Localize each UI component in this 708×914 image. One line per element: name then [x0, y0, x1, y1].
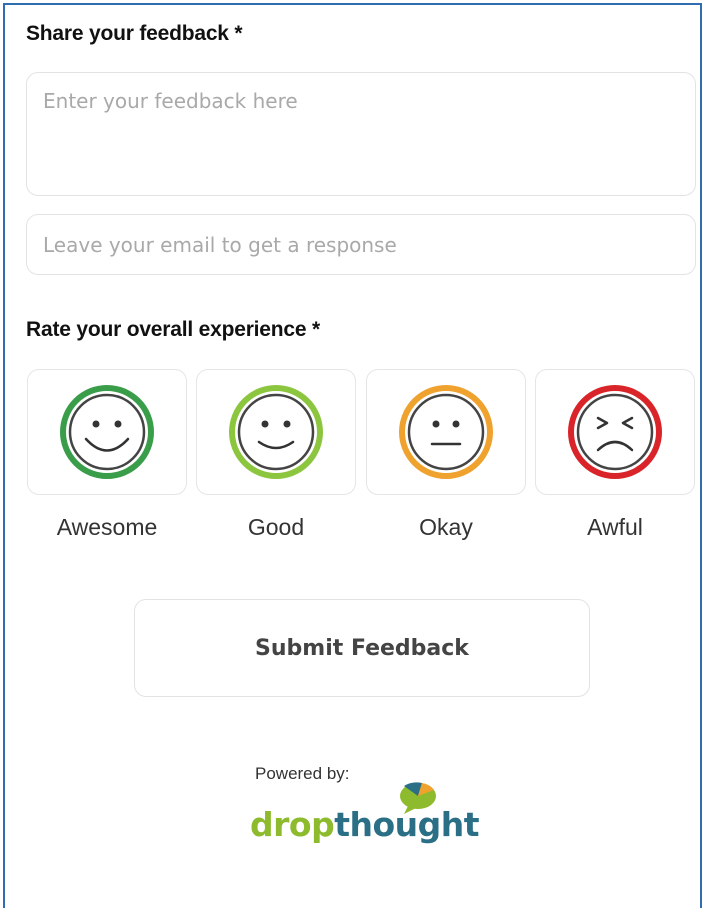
dropthought-logo-text: dropthought: [250, 805, 480, 844]
email-field[interactable]: [26, 214, 696, 275]
rating-label-awesome: Awesome: [56, 514, 158, 540]
big-smile-face-icon: [60, 385, 154, 479]
rating-option-awful[interactable]: [535, 369, 695, 495]
submit-feedback-button[interactable]: Submit Feedback: [134, 599, 590, 697]
brand-drop: drop: [250, 805, 335, 844]
rating-label-okay: Okay: [419, 514, 473, 540]
brand-thought: thought: [334, 805, 480, 844]
neutral-face-icon: [399, 385, 493, 479]
smile-face-icon: [229, 385, 323, 479]
rating-label-awful: Awful: [587, 514, 643, 540]
rating-label-good: Good: [247, 514, 305, 540]
feedback-textarea[interactable]: [26, 72, 696, 196]
powered-by-label: Powered by:: [255, 764, 350, 783]
rating-option-good[interactable]: [196, 369, 356, 495]
rating-heading: Rate your overall experience *: [26, 318, 320, 341]
rating-option-okay[interactable]: [366, 369, 526, 495]
frown-face-icon: [568, 385, 662, 479]
rating-option-awesome[interactable]: [27, 369, 187, 495]
feedback-heading: Share your feedback *: [26, 22, 243, 45]
